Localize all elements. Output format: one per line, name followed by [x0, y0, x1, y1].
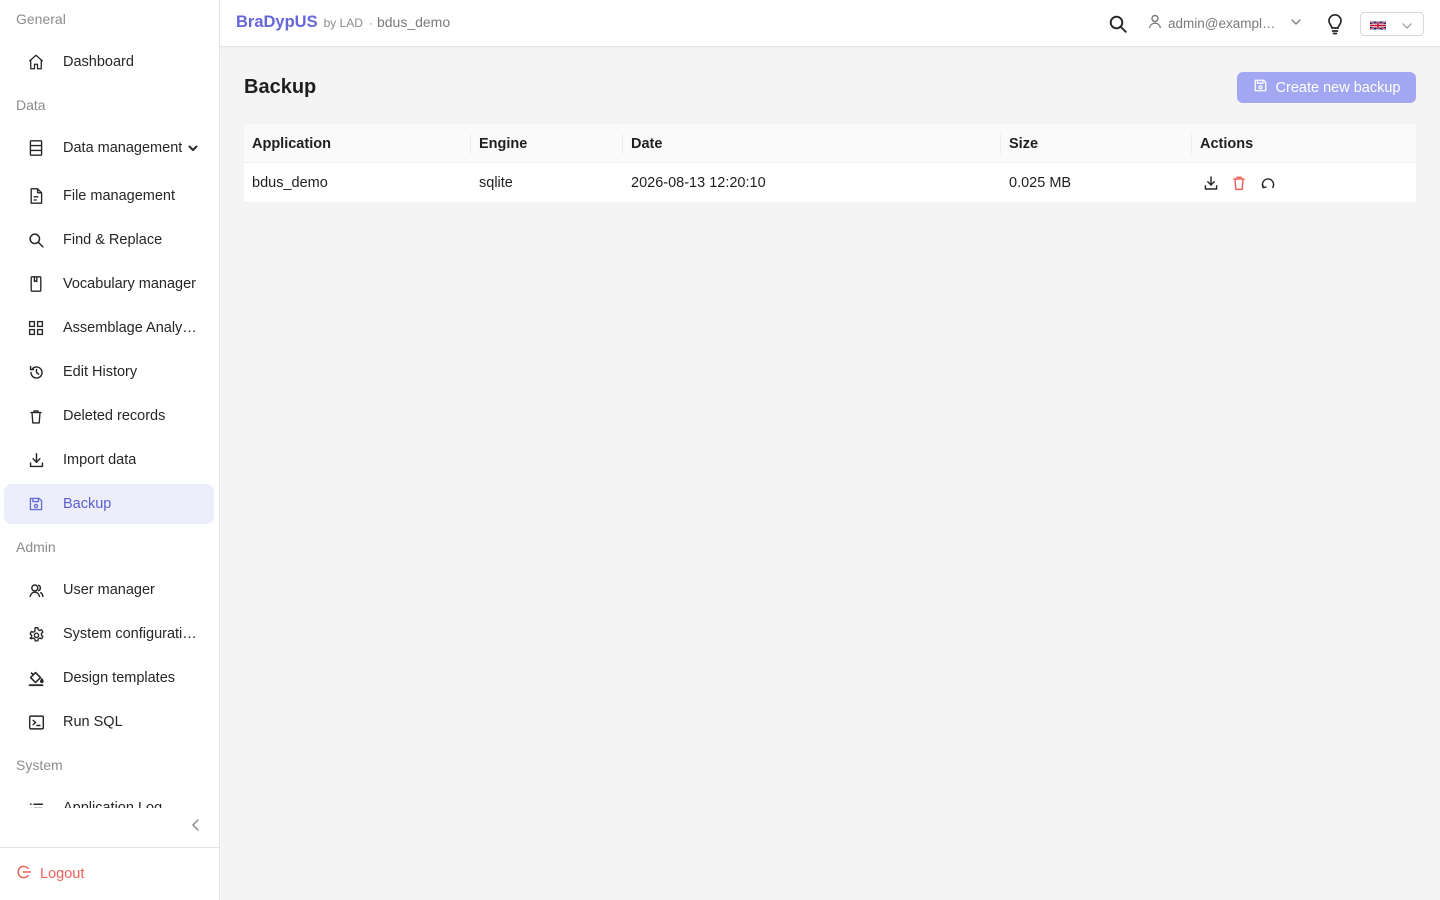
sidebar-item-assemblage-analysis[interactable]: Assemblage Analysis: [4, 308, 214, 348]
collapse-sidebar-button[interactable]: [188, 817, 204, 835]
sidebar-item-label: Vocabulary manager: [63, 276, 196, 292]
home-icon: [26, 52, 46, 72]
sidebar-item-system-configuration[interactable]: System configuration: [4, 614, 214, 654]
sidebar-item-design-templates[interactable]: Design templates: [4, 658, 214, 698]
table-header: Application Engine Date Size Actions: [244, 124, 1416, 163]
column-divider: [1191, 134, 1192, 154]
uk-flag-icon: [1369, 18, 1387, 31]
sidebar-item-file-management[interactable]: File management: [4, 176, 214, 216]
group-label-admin: Admin: [16, 539, 56, 555]
column-divider: [622, 134, 623, 154]
sidebar-item-vocabulary-manager[interactable]: Vocabulary manager: [4, 264, 214, 304]
group-label-data: Data: [16, 97, 46, 113]
user-icon: [1148, 14, 1162, 32]
book-icon: [26, 274, 46, 294]
sidebar-item-find-replace[interactable]: Find & Replace: [4, 220, 214, 260]
sidebar-item-deleted-records[interactable]: Deleted records: [4, 396, 214, 436]
save-icon: [26, 494, 46, 514]
user-name: admin@example.com: [1168, 15, 1276, 31]
column-header-engine[interactable]: Engine: [479, 124, 527, 163]
sidebar-item-label: Import data: [63, 452, 137, 468]
user-menu[interactable]: admin@example.com: [1148, 13, 1302, 33]
sidebar-item-label: System configuration: [63, 626, 198, 642]
app-name: bdus_demo: [376, 14, 451, 30]
sidebar-item-dashboard[interactable]: Dashboard: [4, 42, 214, 82]
download-icon[interactable]: [1203, 175, 1219, 191]
sidebar-item-import-data[interactable]: Import data: [4, 440, 214, 480]
sidebar-item-label: Find & Replace: [63, 232, 163, 248]
lightbulb-icon: [1325, 13, 1345, 38]
cell-date: 2026-08-13 12:20:10: [631, 175, 766, 191]
sidebar-item-backup[interactable]: Backup: [4, 484, 214, 524]
search-icon: [1108, 15, 1128, 37]
list-icon: [26, 798, 46, 808]
table-row: bdus_demo sqlite 2026-08-13 12:20:10 0.0…: [244, 163, 1416, 203]
trash-icon: [26, 406, 46, 426]
sidebar-item-label: Assemblage Analysis: [63, 320, 198, 336]
sidebar-item-edit-history[interactable]: Edit History: [4, 352, 214, 392]
sidebar-item-user-manager[interactable]: User manager: [4, 570, 214, 610]
breadcrumb: BraDypUS by LAD · bdus_demo: [236, 13, 450, 32]
gear-icon: [26, 624, 46, 644]
sidebar-item-label: User manager: [63, 582, 155, 598]
column-header-date[interactable]: Date: [631, 124, 662, 163]
column-divider: [1000, 134, 1001, 154]
chevron-down-icon[interactable]: [186, 141, 200, 155]
sidebar-item-label: Edit History: [63, 364, 138, 380]
sidebar-item-label: Deleted records: [63, 408, 166, 424]
logout-button[interactable]: Logout: [16, 862, 84, 886]
sidebar-item-application-log[interactable]: Application Log: [4, 788, 214, 808]
sidebar-item-label: Application Log: [63, 800, 163, 808]
create-backup-label: Create new backup: [1275, 79, 1401, 96]
group-label-general: General: [16, 11, 66, 27]
tips-button[interactable]: [1325, 13, 1345, 35]
paint-bucket-icon: [26, 668, 46, 688]
cell-size: 0.025 MB: [1009, 175, 1072, 191]
group-label-system: System: [16, 757, 63, 773]
sidebar-item-label: File management: [63, 188, 176, 204]
file-icon: [26, 186, 46, 206]
sidebar-item-label: Design templates: [63, 670, 176, 686]
database-icon: [26, 138, 46, 158]
backup-table: Application Engine Date Size Actions bdu…: [244, 124, 1416, 203]
sidebar-menu[interactable]: General Dashboard Data Data management F…: [0, 0, 219, 808]
column-header-actions: Actions: [1200, 135, 1254, 152]
logout-icon: [16, 864, 32, 884]
language-select[interactable]: [1360, 12, 1424, 36]
restore-icon[interactable]: [1260, 175, 1276, 191]
save-icon: [1253, 78, 1268, 97]
create-backup-button[interactable]: Create new backup: [1237, 72, 1416, 103]
chevron-down-icon: [1290, 16, 1302, 31]
grid-icon: [26, 318, 46, 338]
sidebar: General Dashboard Data Data management F…: [0, 0, 220, 900]
brand-logo[interactable]: BraDypUS: [236, 13, 318, 32]
sidebar-divider: [0, 847, 219, 848]
sidebar-item-data-management[interactable]: Data management: [4, 128, 214, 168]
cell-application: bdus_demo: [252, 175, 328, 191]
import-icon: [26, 450, 46, 470]
chevron-left-icon: [191, 818, 201, 835]
sidebar-item-label: Backup: [63, 496, 112, 512]
cell-engine: sqlite: [479, 175, 513, 191]
search-button[interactable]: [1108, 14, 1128, 34]
column-header-size[interactable]: Size: [1009, 124, 1038, 163]
page-title: Backup: [244, 76, 317, 98]
sidebar-item-label: Dashboard: [63, 54, 134, 70]
search-icon: [26, 230, 46, 250]
sidebar-item-label: Data management: [63, 140, 183, 156]
logout-label: Logout: [40, 866, 85, 882]
breadcrumb-separator: ·: [368, 16, 373, 30]
sidebar-item-label: Run SQL: [63, 714, 123, 730]
top-bar: BraDypUS by LAD · bdus_demo admin@exampl…: [220, 0, 1440, 47]
users-icon: [26, 580, 46, 600]
brand-by-label: by LAD: [323, 16, 363, 30]
chevron-down-icon: [1401, 19, 1413, 35]
column-divider: [470, 134, 471, 154]
column-header-application[interactable]: Application: [252, 124, 331, 163]
terminal-icon: [26, 712, 46, 732]
delete-icon[interactable]: [1231, 175, 1247, 191]
sidebar-item-run-sql[interactable]: Run SQL: [4, 702, 214, 742]
history-icon: [26, 362, 46, 382]
